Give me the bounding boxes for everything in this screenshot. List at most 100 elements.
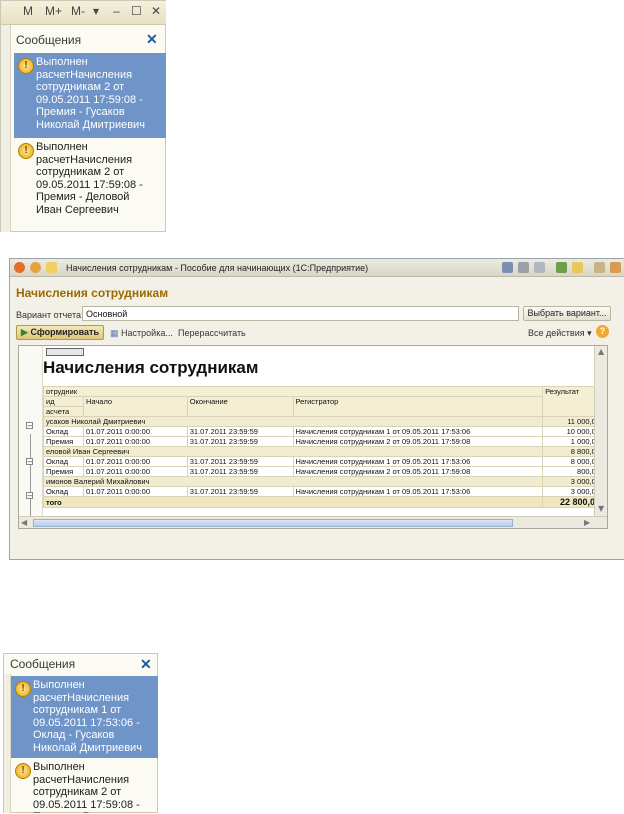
star-icon[interactable] xyxy=(572,262,583,273)
table-row[interactable]: Оклад 01.07.2011 0:00:00 31.07.2011 23:5… xyxy=(43,426,603,437)
table-row[interactable]: Премия 01.07.2011 0:00:00 31.07.2011 23:… xyxy=(43,436,603,447)
total-row: того 22 800,00 xyxy=(42,496,603,508)
print-icon[interactable] xyxy=(518,262,529,273)
cell-kind: Оклад xyxy=(43,426,84,437)
chevron-down-icon: ▾ xyxy=(587,328,592,338)
menu-icon[interactable] xyxy=(30,262,41,273)
vertical-scrollbar[interactable]: ▲ ▼ xyxy=(594,346,607,516)
cell-start: 01.07.2011 0:00:00 xyxy=(82,426,188,437)
group-name: усаков Николай Дмитриевич xyxy=(42,416,544,427)
scroll-right-icon[interactable]: ▶ xyxy=(584,518,590,527)
close-icon[interactable]: ✕ xyxy=(146,31,158,48)
preview-icon[interactable] xyxy=(534,262,545,273)
group-row[interactable]: усаков Николай Дмитриевич 11 000,00 xyxy=(42,416,603,427)
cell-start: 01.07.2011 0:00:00 xyxy=(82,436,188,447)
recalc-button[interactable]: Перерассчитать xyxy=(178,328,246,338)
minimize-icon[interactable]: – xyxy=(113,4,120,18)
col-start: Начало xyxy=(82,396,188,417)
table-row[interactable]: Оклад 01.07.2011 0:00:00 31.07.2011 23:5… xyxy=(43,486,603,497)
cell-start: 01.07.2011 0:00:00 xyxy=(82,456,188,467)
message-text: Выполнен расчетНачисления сотрудникам 2 … xyxy=(36,141,143,216)
message-item[interactable]: ! Выполнен расчетНачисления сотрудникам … xyxy=(11,676,158,758)
cell-registrar[interactable]: Начисления сотрудникам 1 от 09.05.2011 1… xyxy=(292,486,544,497)
group-row[interactable]: еловой Иван Сергеевич 8 800,00 xyxy=(42,446,603,457)
horizontal-scrollbar[interactable]: ◀ ▶ xyxy=(19,516,607,528)
cell-kind: Оклад xyxy=(43,456,84,467)
star-icon[interactable] xyxy=(46,262,57,273)
panel-title: Сообщения xyxy=(16,33,82,47)
cell-registrar[interactable]: Начисления сотрудникам 2 от 09.05.2011 1… xyxy=(292,466,544,477)
cell-kind: Премия xyxy=(43,466,84,477)
generate-label: Сформировать xyxy=(30,327,99,337)
scroll-down-icon[interactable]: ▼ xyxy=(598,504,604,513)
message-item[interactable]: ! Выполнен расчетНачисления сотрудникам … xyxy=(14,53,166,138)
cell-registrar[interactable]: Начисления сотрудникам 1 от 09.05.2011 1… xyxy=(292,426,544,437)
settings-button[interactable]: ▦ Настройка... xyxy=(110,328,173,339)
warning-icon: ! xyxy=(15,681,31,697)
form-header: Начисления сотрудникам xyxy=(16,286,169,300)
left-strip xyxy=(1,25,11,232)
m-minus-button[interactable]: M- xyxy=(71,4,85,18)
scroll-left-icon[interactable]: ◀ xyxy=(21,518,27,527)
scroll-thumb[interactable] xyxy=(33,519,513,527)
report-area[interactable]: − − − Начисления сотрудникам отрудник Ре… xyxy=(18,345,608,529)
group-row[interactable]: имонов Валерий Михайлович 3 000,00 xyxy=(42,476,603,487)
table-row[interactable]: Оклад 01.07.2011 0:00:00 31.07.2011 23:5… xyxy=(43,456,603,467)
warning-icon: ! xyxy=(18,143,34,159)
collapse-toggle[interactable]: − xyxy=(26,458,33,466)
favorites-icon[interactable] xyxy=(556,262,567,273)
cell-registrar[interactable]: Начисления сотрудникам 1 от 09.05.2011 1… xyxy=(292,456,544,467)
save-icon[interactable] xyxy=(502,262,513,273)
close-icon[interactable]: ✕ xyxy=(151,4,161,18)
choose-variant-button[interactable]: Выбрать вариант... xyxy=(523,306,611,321)
cell-start: 01.07.2011 0:00:00 xyxy=(82,466,188,477)
col-kind-2: асчета xyxy=(43,406,84,417)
app-logo-icon[interactable] xyxy=(14,262,25,273)
report-logo-box xyxy=(46,348,84,356)
collapse-toggle[interactable]: − xyxy=(26,422,33,430)
play-icon: ▶ xyxy=(21,327,28,337)
settings-label: Настройка... xyxy=(121,328,173,338)
report-title: Начисления сотрудникам xyxy=(43,358,259,377)
window-title: Начисления сотрудникам - Пособие для нач… xyxy=(66,263,369,273)
cell-end: 31.07.2011 23:59:59 xyxy=(186,466,294,477)
all-actions-label: Все действия xyxy=(528,328,585,338)
cell-end: 31.07.2011 23:59:59 xyxy=(186,436,294,447)
message-text: Выполнен расчетНачисления сотрудникам 2 … xyxy=(36,56,145,131)
table-row[interactable]: Премия 01.07.2011 0:00:00 31.07.2011 23:… xyxy=(43,466,603,477)
total-label: того xyxy=(42,496,544,508)
chevron-down-icon[interactable]: ▾ xyxy=(93,4,99,18)
calculator-icon[interactable] xyxy=(594,262,605,273)
cell-start: 01.07.2011 0:00:00 xyxy=(82,486,188,497)
collapse-toggle[interactable]: − xyxy=(26,492,33,500)
m-button[interactable]: M xyxy=(23,4,33,18)
help-icon[interactable]: ? xyxy=(596,325,609,338)
variant-field[interactable]: Основной xyxy=(82,306,519,321)
cell-end: 31.07.2011 23:59:59 xyxy=(186,456,294,467)
close-icon[interactable]: ✕ xyxy=(140,656,152,673)
maximize-icon[interactable]: ☐ xyxy=(131,4,142,18)
group-name: имонов Валерий Михайлович xyxy=(42,476,544,487)
warning-icon: ! xyxy=(15,763,31,779)
all-actions-menu[interactable]: Все действия ▾ xyxy=(528,328,592,339)
cell-end: 31.07.2011 23:59:59 xyxy=(186,426,294,437)
calc-toolbar: M M+ M- ▾ – ☐ ✕ xyxy=(1,1,166,25)
group-name: еловой Иван Сергеевич xyxy=(42,446,544,457)
outline-column xyxy=(19,346,43,528)
message-item[interactable]: ! Выполнен расчетНачисления сотрудникам … xyxy=(14,138,166,226)
cell-registrar[interactable]: Начисления сотрудникам 2 от 09.05.2011 1… xyxy=(292,436,544,447)
col-end: Окончание xyxy=(186,396,294,417)
warning-icon: ! xyxy=(18,58,34,74)
outline-line xyxy=(30,434,31,524)
messages-panel-bottom: Сообщения ✕ ! Выполнен расчетНачисления … xyxy=(3,653,158,813)
calendar-icon[interactable] xyxy=(610,262,621,273)
scroll-up-icon[interactable]: ▲ xyxy=(598,347,604,356)
report-table: отрудник Результат ид Начало Окончание Р… xyxy=(42,386,603,508)
cell-kind: Оклад xyxy=(43,486,84,497)
generate-button[interactable]: ▶ Сформировать xyxy=(16,325,104,340)
m-plus-button[interactable]: M+ xyxy=(45,4,62,18)
message-item[interactable]: ! Выполнен расчетНачисления сотрудникам … xyxy=(11,758,158,813)
cell-kind: Премия xyxy=(43,436,84,447)
cell-end: 31.07.2011 23:59:59 xyxy=(186,486,294,497)
message-text: Выполнен расчетНачисления сотрудникам 1 … xyxy=(33,679,142,754)
